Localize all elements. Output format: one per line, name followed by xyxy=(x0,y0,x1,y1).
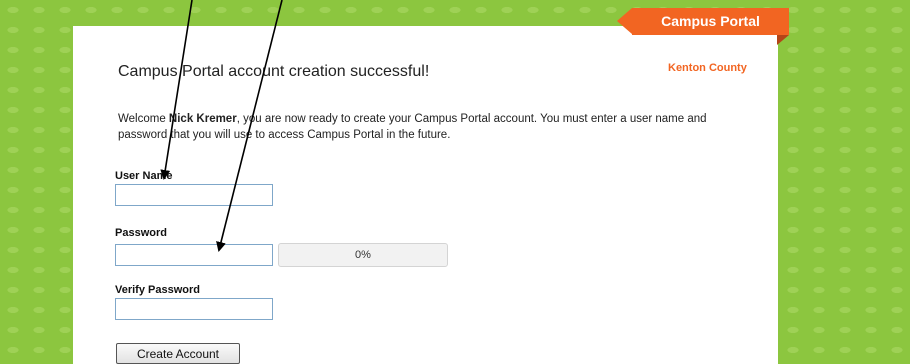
verify-password-label: Verify Password xyxy=(115,284,200,296)
password-strength-meter: 0% xyxy=(278,243,448,267)
intro-text: Welcome Nick Kremer, you are now ready t… xyxy=(118,111,758,143)
password-input[interactable] xyxy=(115,244,273,266)
brand-tab: Campus Portal xyxy=(632,8,789,35)
intro-welcome: Welcome xyxy=(118,113,169,125)
password-label: Password xyxy=(115,227,167,239)
page-title: Campus Portal account creation successfu… xyxy=(118,63,430,80)
verify-password-input[interactable] xyxy=(115,298,273,320)
create-account-button[interactable]: Create Account xyxy=(116,343,240,364)
brand-tab-fold xyxy=(777,35,789,45)
username-label: User Name xyxy=(115,170,173,182)
brand-tab-notch xyxy=(617,8,632,34)
username-input[interactable] xyxy=(115,184,273,206)
intro-user-name: Nick Kremer xyxy=(168,113,237,125)
district-name: Kenton County xyxy=(668,62,747,74)
